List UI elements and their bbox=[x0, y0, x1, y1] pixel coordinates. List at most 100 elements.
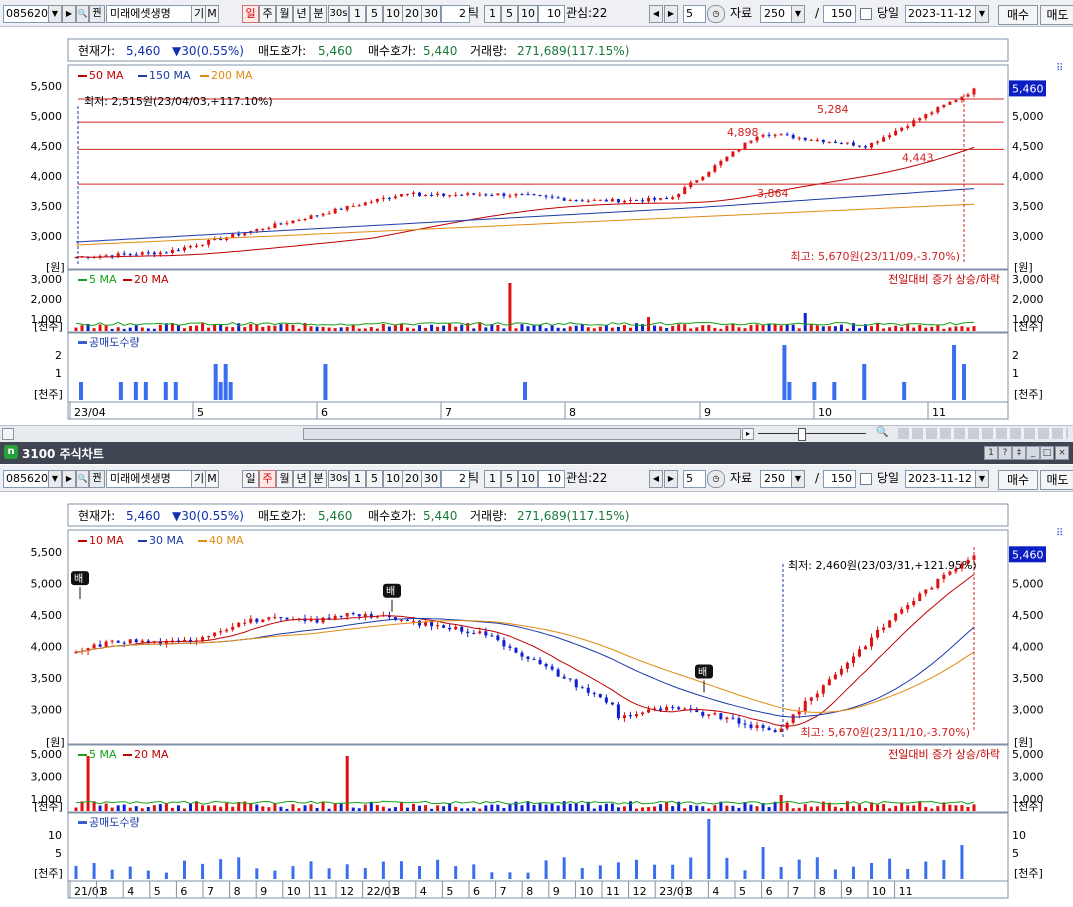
tab-yearly[interactable]: 년 bbox=[293, 5, 310, 23]
volume-bar bbox=[478, 808, 482, 811]
stock-code-input-2[interactable]: 085620 bbox=[3, 470, 49, 488]
tick-1-2[interactable]: 1 bbox=[484, 470, 501, 488]
tab-daily-2[interactable]: 일 bbox=[242, 470, 259, 488]
tab-daily[interactable]: 일 bbox=[242, 5, 259, 23]
interval-10[interactable]: 10 bbox=[383, 5, 403, 23]
tab-yearly-2[interactable]: 년 bbox=[293, 470, 310, 488]
date-input[interactable]: 2023-11-12 bbox=[905, 5, 980, 23]
interval-30s[interactable]: 30s bbox=[328, 5, 349, 23]
next-button[interactable]: ▶ bbox=[664, 5, 678, 23]
short-sale-bar bbox=[163, 382, 168, 400]
tab-weekly-2[interactable]: 주 bbox=[259, 470, 276, 488]
short-sale-bar bbox=[942, 859, 946, 879]
close-icon[interactable]: × bbox=[1055, 446, 1069, 460]
tab-minute[interactable]: 분 bbox=[310, 5, 327, 23]
tick-input-2[interactable]: 2 bbox=[441, 470, 470, 488]
stock-list-button-2[interactable]: 꿘 bbox=[89, 470, 105, 488]
window-number-icon[interactable]: 1 bbox=[984, 446, 998, 460]
tick-1[interactable]: 1 bbox=[484, 5, 501, 23]
memo-button-2[interactable]: M bbox=[205, 470, 219, 488]
tab-monthly-2[interactable]: 월 bbox=[276, 470, 293, 488]
tick-10-2[interactable]: 10 bbox=[518, 470, 538, 488]
date-dropdown-button-2[interactable]: ▼ bbox=[975, 470, 989, 488]
interval-30s-2[interactable]: 30s bbox=[328, 470, 349, 488]
chevron-down-icon[interactable]: ▼ bbox=[791, 5, 805, 23]
search-icon-2[interactable]: 🔍 bbox=[76, 470, 89, 488]
interval-20-2[interactable]: 20 bbox=[402, 470, 422, 488]
interval-1[interactable]: 1 bbox=[349, 5, 366, 23]
next-stock-button-2[interactable]: ▶ bbox=[62, 470, 76, 488]
candle-body bbox=[303, 219, 307, 221]
tool-icons[interactable] bbox=[898, 428, 1068, 439]
interval-10-2[interactable]: 10 bbox=[383, 470, 403, 488]
custom-input-2[interactable]: 10 bbox=[538, 470, 565, 488]
total-input-2[interactable]: 150 bbox=[823, 470, 856, 488]
maximize-icon[interactable]: □ bbox=[1040, 446, 1054, 460]
short-sale-bar bbox=[237, 857, 241, 879]
prev-button[interactable]: ◀ bbox=[649, 5, 663, 23]
volume-panel[interactable] bbox=[67, 269, 1009, 333]
scroll-right-icon[interactable]: ▸ bbox=[742, 428, 754, 440]
volume-bar bbox=[309, 804, 313, 811]
prev-button-2[interactable]: ◀ bbox=[649, 470, 663, 488]
tab-weekly[interactable]: 주 bbox=[259, 5, 276, 23]
weekly-chart[interactable]: ⠿ 현재가: 5,460 ▼30(0.55%) 매도호가: 5,460 매수호가: 5,440… bbox=[0, 492, 1073, 907]
tab-monthly[interactable]: 월 bbox=[276, 5, 293, 23]
total-input[interactable]: 150 bbox=[823, 5, 856, 23]
daily-chart[interactable]: ⠿ 현재가: 5,460 ▼30(0.55%) 매도호가: 5,460 매수호가: 5,440… bbox=[0, 27, 1073, 425]
sell-button-2[interactable]: 매도 bbox=[1040, 470, 1073, 490]
stock-name-field-2[interactable]: 미래에셋생명 bbox=[106, 470, 193, 488]
candle-body bbox=[134, 254, 138, 256]
count-input-2[interactable]: 5 bbox=[683, 470, 706, 488]
code-dropdown-button-2[interactable]: ▼ bbox=[48, 470, 62, 488]
tick-input[interactable]: 2 bbox=[441, 5, 470, 23]
horizontal-scrollbar[interactable] bbox=[303, 428, 741, 440]
interval-1-2[interactable]: 1 bbox=[349, 470, 366, 488]
candle-body bbox=[466, 631, 470, 633]
clock-icon-2[interactable]: ◷ bbox=[707, 470, 725, 488]
chevron-down-icon-2[interactable]: ▼ bbox=[791, 470, 805, 488]
sell-button[interactable]: 매도 bbox=[1040, 5, 1073, 25]
buy-button[interactable]: 매수 bbox=[998, 5, 1038, 25]
candle-body bbox=[327, 213, 331, 215]
short-sale-panel[interactable] bbox=[67, 332, 1009, 403]
interval-30-2[interactable]: 30 bbox=[421, 470, 441, 488]
volume-bar bbox=[713, 327, 717, 331]
search-icon[interactable]: 🔍 bbox=[76, 5, 89, 23]
stock-name-field[interactable]: 미래에셋생명 bbox=[106, 5, 193, 23]
stock-list-button[interactable]: 꿘 bbox=[89, 5, 105, 23]
tick-5[interactable]: 5 bbox=[501, 5, 518, 23]
memo-button[interactable]: M bbox=[205, 5, 219, 23]
zoom-slider-handle[interactable] bbox=[798, 428, 806, 441]
minimize-icon[interactable]: _ bbox=[1026, 446, 1040, 460]
today-checkbox-2[interactable] bbox=[860, 473, 872, 485]
pin-icon[interactable]: ‡ bbox=[1012, 446, 1026, 460]
interval-5[interactable]: 5 bbox=[366, 5, 383, 23]
interval-20[interactable]: 20 bbox=[402, 5, 422, 23]
count-input[interactable]: 5 bbox=[683, 5, 706, 23]
tick-5-2[interactable]: 5 bbox=[501, 470, 518, 488]
interval-30[interactable]: 30 bbox=[421, 5, 441, 23]
volume-bar bbox=[189, 803, 193, 811]
volume-bar bbox=[502, 328, 506, 331]
custom-input[interactable]: 10 bbox=[538, 5, 565, 23]
next-stock-button[interactable]: ▶ bbox=[62, 5, 76, 23]
buy-button-2[interactable]: 매수 bbox=[998, 470, 1038, 490]
window-link-icon[interactable]: ? bbox=[998, 446, 1012, 460]
candle-body bbox=[580, 687, 584, 689]
x-axis-label: 11 bbox=[932, 406, 946, 419]
interval-5-2[interactable]: 5 bbox=[366, 470, 383, 488]
code-dropdown-button[interactable]: ▼ bbox=[48, 5, 62, 23]
tick-10[interactable]: 10 bbox=[518, 5, 538, 23]
date-input-2[interactable]: 2023-11-12 bbox=[905, 470, 980, 488]
today-checkbox[interactable] bbox=[860, 8, 872, 20]
clock-icon[interactable]: ◷ bbox=[707, 5, 725, 23]
next-button-2[interactable]: ▶ bbox=[664, 470, 678, 488]
collapse-icon[interactable] bbox=[2, 428, 14, 440]
stock-code-input[interactable]: 085620 bbox=[3, 5, 49, 23]
date-dropdown-button[interactable]: ▼ bbox=[975, 5, 989, 23]
volume-bar bbox=[628, 801, 632, 811]
zoom-icon[interactable]: 🔍 bbox=[876, 427, 888, 438]
tab-minute-2[interactable]: 분 bbox=[310, 470, 327, 488]
short-sale-panel[interactable] bbox=[67, 812, 1009, 882]
